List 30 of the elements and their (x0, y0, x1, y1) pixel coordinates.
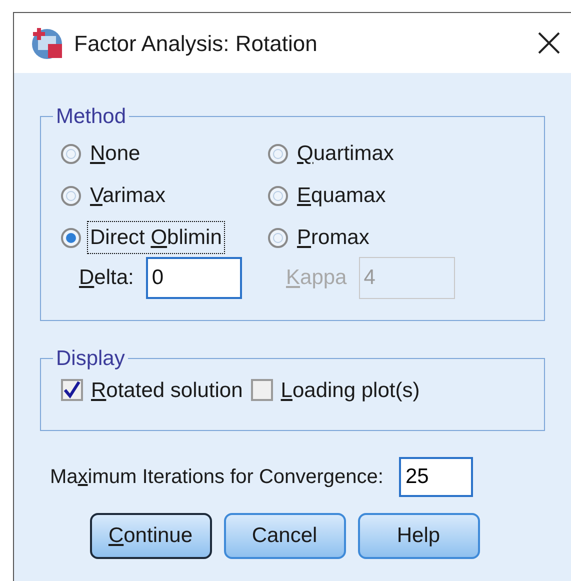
checkbox[interactable] (61, 379, 83, 402)
radio-button[interactable] (61, 186, 81, 206)
checkbox-label: Rotated solution (91, 378, 243, 404)
radio-button[interactable] (268, 186, 288, 206)
radio-label: Promax (296, 224, 370, 251)
radio-button[interactable] (61, 228, 81, 248)
radio-label: Equamax (296, 182, 387, 209)
radio-label: Quartimax (296, 140, 395, 167)
dialog-button[interactable]: Continue (90, 513, 212, 559)
dialog-button[interactable]: Help (358, 513, 480, 559)
group-title: Display (55, 346, 126, 372)
radio-button[interactable] (61, 144, 81, 164)
field-label: Delta: (79, 264, 134, 291)
dialog-button[interactable]: Cancel (224, 513, 346, 559)
window-title: Factor Analysis: Rotation (74, 30, 318, 58)
radio-label: None (89, 140, 142, 167)
number-field[interactable]: 0 (146, 256, 242, 298)
checkbox[interactable] (250, 379, 273, 402)
radio-button[interactable] (268, 228, 288, 248)
group-title: Method (55, 104, 128, 130)
radio-button[interactable] (268, 144, 288, 164)
radio-label: Varimax (89, 182, 166, 209)
number-field[interactable]: 25 (399, 457, 474, 497)
close-icon[interactable] (537, 31, 561, 55)
radio-label: Direct Oblimin (87, 220, 225, 254)
checkmark-icon (63, 381, 81, 400)
checkbox-label: Loading plot(s) (280, 378, 420, 404)
field-label: Kappa (286, 264, 347, 291)
field-label: Maximum Iterations for Convergence: (50, 465, 384, 490)
app-icon (30, 26, 64, 60)
